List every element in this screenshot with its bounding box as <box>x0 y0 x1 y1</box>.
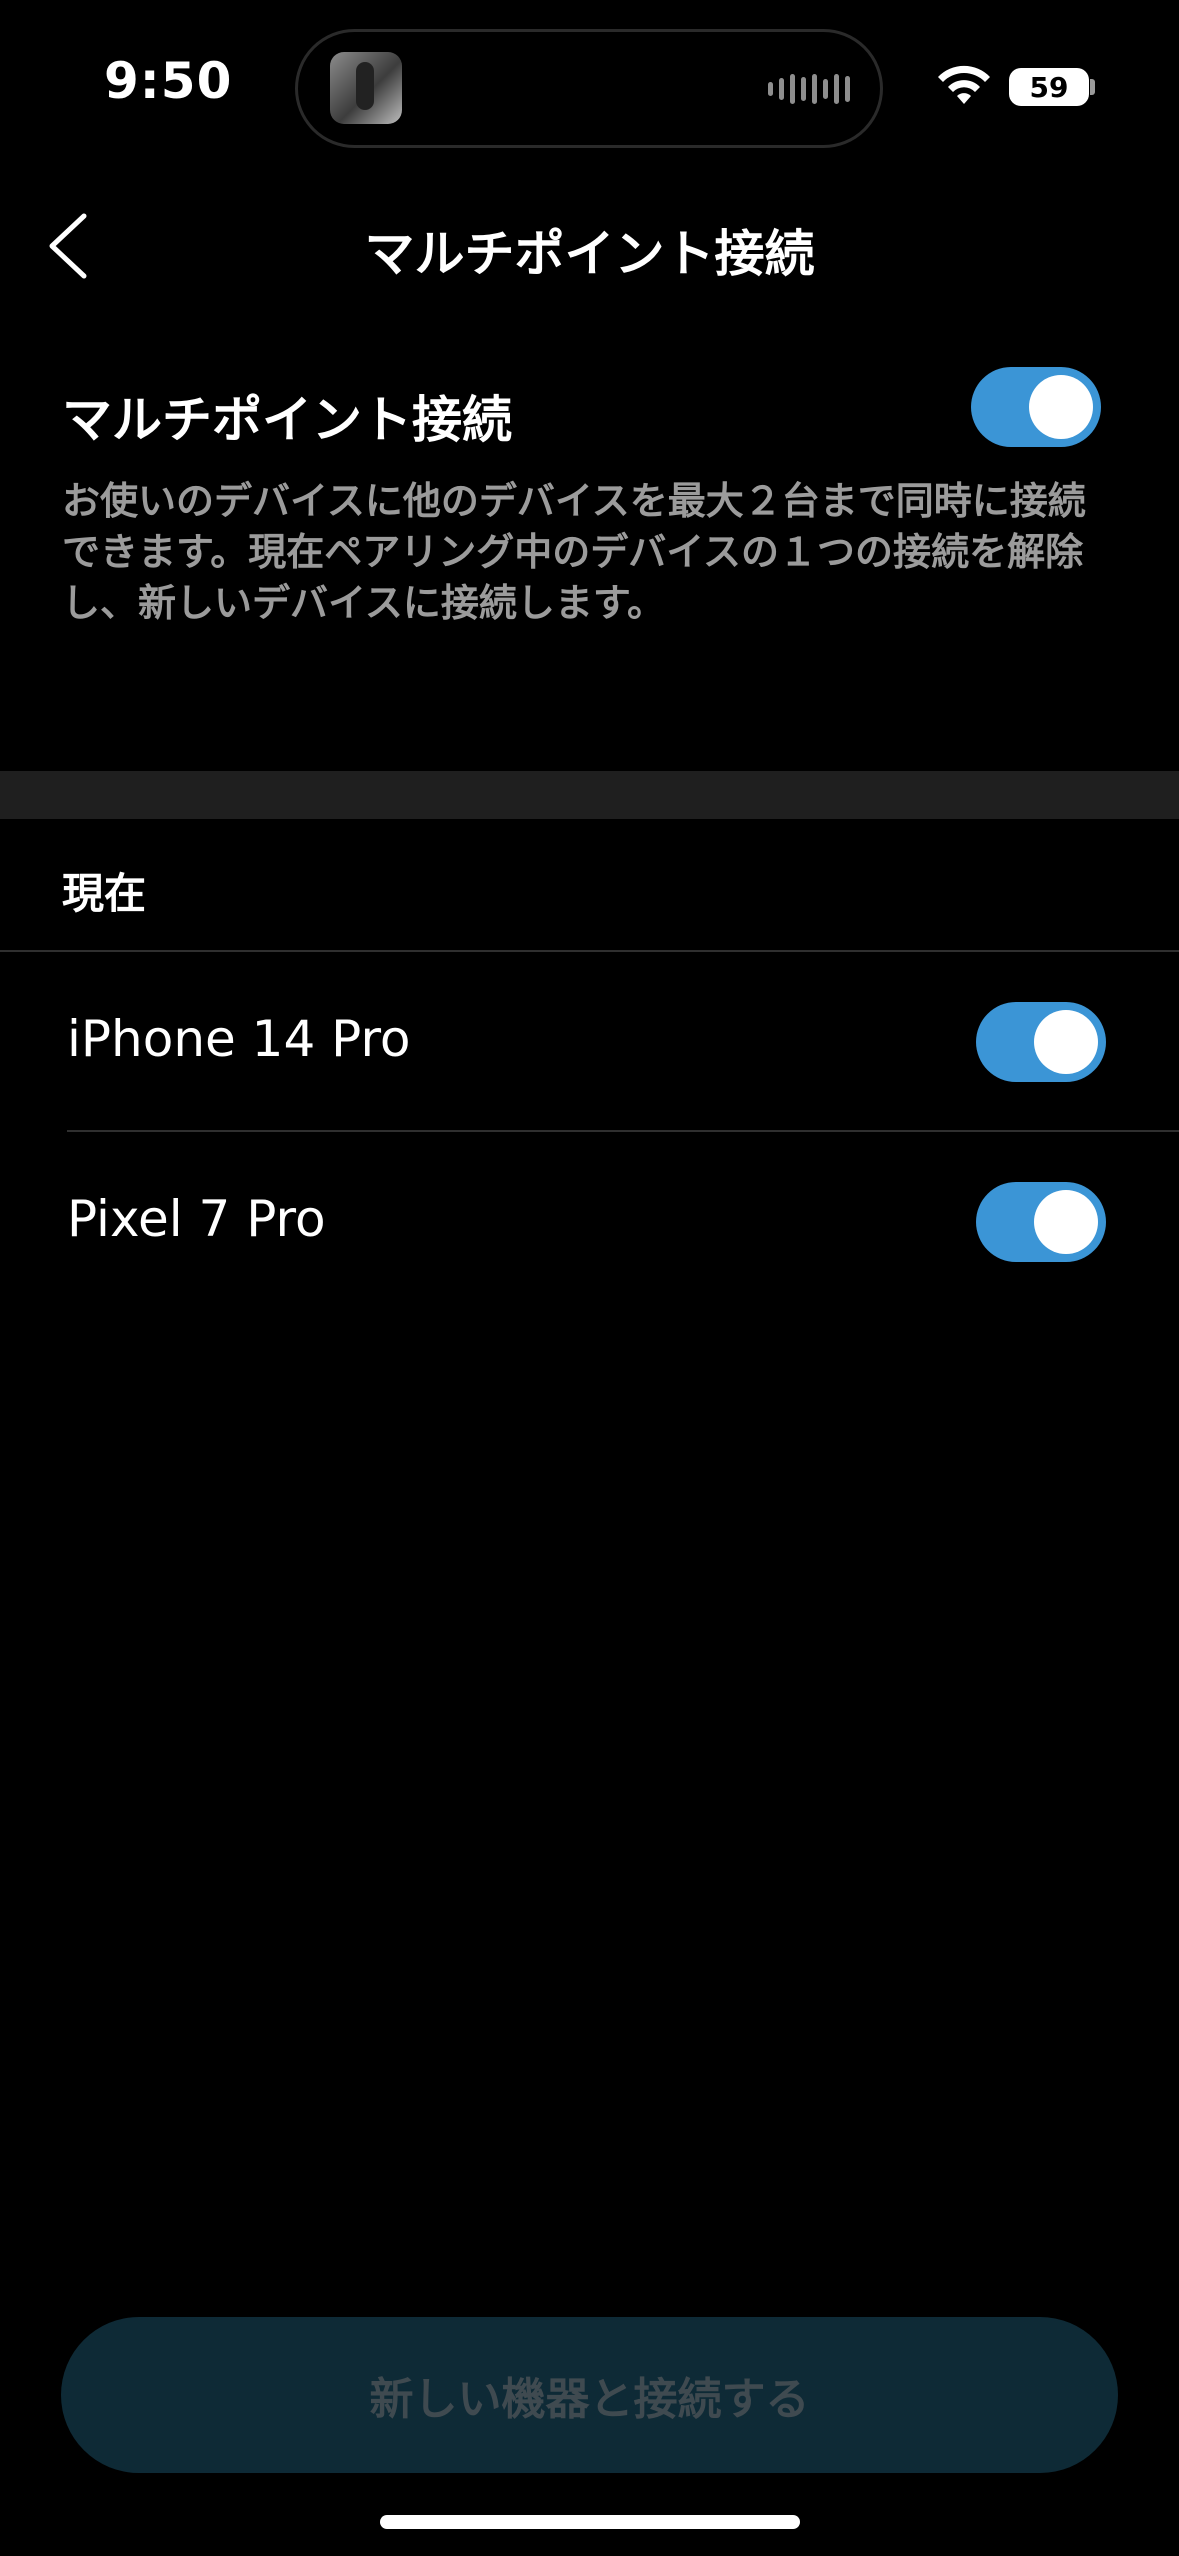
battery-terminal <box>1090 79 1095 95</box>
device-row-iphone: iPhone 14 Pro <box>0 952 1179 1132</box>
device-name: iPhone 14 Pro <box>67 1010 411 1068</box>
device-toggle-pixel[interactable] <box>976 1182 1106 1262</box>
page-title: マルチポイント接続 <box>364 225 815 283</box>
current-section-header: 現在 <box>62 869 147 918</box>
multipoint-label: マルチポイント接続 <box>62 391 512 449</box>
device-row-pixel: Pixel 7 Pro <box>0 1132 1179 1312</box>
connect-new-device-button[interactable]: 新しい機器と接続する <box>61 2317 1118 2473</box>
home-indicator[interactable] <box>380 2515 800 2529</box>
status-time: 9:50 <box>104 52 233 110</box>
device-toggle-iphone[interactable] <box>976 1002 1106 1082</box>
multipoint-description: お使いのデバイスに他のデバイスを最大２台まで同時に接続できます。現在ペアリング中… <box>62 479 1086 625</box>
battery-icon: 59 <box>1009 68 1089 106</box>
now-playing-artwork-icon <box>330 52 402 124</box>
audio-waveform-icon <box>768 72 850 106</box>
dynamic-island[interactable] <box>295 29 883 148</box>
toggle-knob <box>1034 1190 1098 1254</box>
section-separator <box>0 771 1179 819</box>
toggle-knob <box>1034 1010 1098 1074</box>
battery-level: 59 <box>1029 70 1069 104</box>
toggle-knob <box>1029 375 1093 439</box>
multipoint-toggle[interactable] <box>971 367 1101 447</box>
screen: 9:50 59 マルチポイント接続 マルチポイント接続 お使いのデバイスに他のデ… <box>0 0 1179 2556</box>
wifi-icon <box>938 65 990 104</box>
device-name: Pixel 7 Pro <box>67 1190 326 1248</box>
